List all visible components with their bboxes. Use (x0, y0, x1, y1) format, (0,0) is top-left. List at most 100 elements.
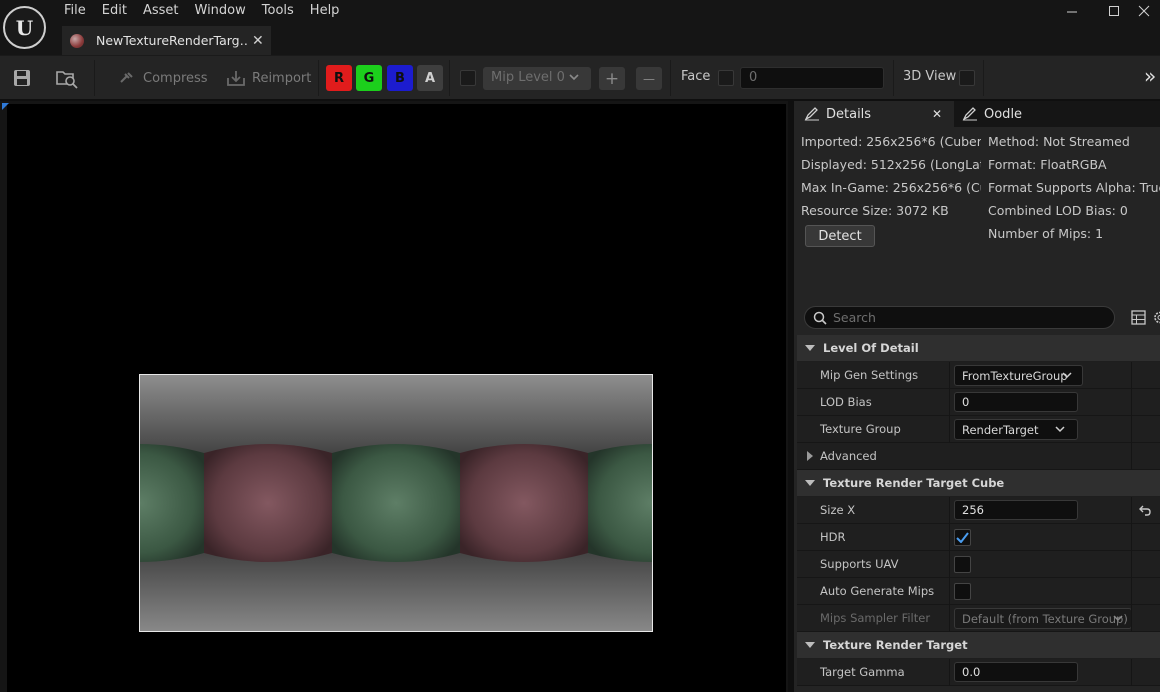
mip-increase-button[interactable]: + (599, 67, 625, 90)
row-mips-sampler-filter: Mips Sampler Filter Default (from Textur… (797, 605, 1160, 632)
title-bar: U File Edit Asset Window Tools Help NewT… (0, 0, 1160, 55)
row-target-gamma: Target Gamma 0.0 (797, 659, 1160, 686)
info-max-ingame: Max In-Game: 256x256*6 (Cube) (801, 180, 981, 195)
checkmark-icon (956, 532, 969, 543)
face-label: Face (681, 69, 711, 84)
chevron-down-icon (1113, 615, 1123, 622)
supports-uav-checkbox[interactable] (954, 556, 971, 573)
section-texture-render-target-cube[interactable]: Texture Render Target Cube (797, 470, 1160, 497)
column-divider (949, 389, 950, 416)
3d-view-label: 3D View (903, 69, 957, 84)
gear-icon[interactable] (1152, 310, 1160, 325)
info-format: Format: FloatRGBA (988, 157, 1107, 172)
panel-tab-bar: Details ✕ Oodle (794, 101, 1160, 127)
column-divider (1131, 524, 1132, 551)
reset-to-default-icon[interactable] (1139, 505, 1151, 516)
search-input[interactable] (833, 310, 1103, 325)
tab-details[interactable]: Details ✕ (794, 101, 954, 127)
compress-button[interactable]: Compress (118, 67, 208, 89)
row-texture-group: Texture Group RenderTarget (797, 416, 1160, 443)
mip-gen-settings-dropdown[interactable]: FromTextureGroup (954, 365, 1083, 386)
expand-arrow-icon (805, 480, 815, 486)
menu-window[interactable]: Window (187, 0, 254, 22)
green-channel-label: G (363, 70, 375, 86)
property-label: LOD Bias (820, 395, 872, 409)
toolbar: Compress Reimport R G B A Mip Level 0 + … (0, 55, 1160, 99)
advanced-label: Advanced (820, 449, 877, 463)
3d-view-checkbox[interactable] (959, 70, 975, 86)
row-mip-gen-settings: Mip Gen Settings FromTextureGroup (797, 362, 1160, 389)
property-list: Level Of Detail Mip Gen Settings FromTex… (797, 335, 1160, 686)
minimize-button[interactable] (1052, 0, 1092, 22)
tab-oodle[interactable]: Oodle (962, 101, 1152, 127)
asset-tab[interactable]: NewTextureRenderTarg… ✕ (62, 26, 271, 55)
lod-bias-input[interactable]: 0 (954, 392, 1078, 412)
menu-asset[interactable]: Asset (135, 0, 187, 22)
size-x-input[interactable]: 256 (954, 500, 1078, 520)
row-supports-uav: Supports UAV (797, 551, 1160, 578)
logo-glyph: U (15, 15, 34, 40)
red-channel-toggle[interactable]: R (326, 65, 352, 91)
texture-viewport[interactable] (0, 101, 788, 692)
section-level-of-detail[interactable]: Level Of Detail (797, 335, 1160, 362)
alpha-channel-label: A (424, 70, 436, 86)
pencil-icon (962, 107, 977, 121)
mips-sampler-filter-dropdown[interactable]: Default (from Texture Group) (954, 608, 1132, 629)
column-divider (1131, 551, 1132, 578)
plus-icon: + (604, 68, 620, 89)
blue-channel-toggle[interactable]: B (387, 65, 413, 91)
menu-edit[interactable]: Edit (94, 0, 135, 22)
column-divider (949, 551, 950, 578)
search-box[interactable] (804, 306, 1115, 329)
toolbar-separator (449, 60, 450, 96)
menu-file[interactable]: File (56, 0, 94, 22)
tab-oodle-label: Oodle (984, 106, 1023, 122)
toolbar-overflow-icon[interactable]: » (1144, 64, 1156, 88)
row-size-x: Size X 256 (797, 497, 1160, 524)
mip-decrease-button[interactable]: — (636, 67, 662, 90)
tab-close-button[interactable]: ✕ (252, 33, 264, 49)
reimport-button[interactable]: Reimport (225, 67, 311, 89)
property-label: Auto Generate Mips (820, 584, 935, 598)
unreal-logo-icon[interactable]: U (3, 6, 46, 49)
tab-details-close[interactable]: ✕ (932, 107, 942, 121)
face-input[interactable]: 0 (740, 67, 884, 89)
toolbar-separator (318, 60, 319, 96)
menu-help[interactable]: Help (302, 0, 348, 22)
row-advanced[interactable]: Advanced (797, 443, 1160, 470)
info-number-of-mips: Number of Mips: 1 (988, 226, 1104, 241)
details-panel: Details ✕ Oodle Imported: 256x256*6 (Cub… (790, 101, 1160, 692)
column-divider (949, 605, 950, 632)
info-displayed: Displayed: 512x256 (LongLat) (801, 157, 981, 172)
menu-tools[interactable]: Tools (254, 0, 302, 22)
column-divider (1131, 416, 1132, 443)
face-checkbox[interactable] (718, 70, 734, 86)
tab-details-label: Details (826, 106, 872, 122)
alpha-channel-toggle[interactable]: A (417, 65, 443, 91)
green-channel-toggle[interactable]: G (356, 65, 382, 91)
browse-asset-icon[interactable] (55, 67, 79, 89)
texture-group-dropdown[interactable]: RenderTarget (954, 419, 1078, 440)
close-icon (1138, 5, 1150, 17)
close-window-button[interactable] (1124, 0, 1160, 22)
mip-level-dropdown[interactable]: Mip Level 0 (483, 67, 591, 90)
texture-group-value: RenderTarget (962, 423, 1039, 437)
mip-level-checkbox[interactable] (460, 70, 476, 86)
search-icon (813, 311, 827, 325)
save-icon[interactable] (12, 68, 32, 88)
column-divider (1131, 578, 1132, 605)
info-resource-size: Resource Size: 3072 KB (801, 203, 949, 218)
section-title: Texture Render Target Cube (823, 476, 1005, 490)
auto-generate-mips-checkbox[interactable] (954, 583, 971, 600)
chevron-down-icon (569, 74, 579, 81)
hdr-checkbox[interactable] (954, 529, 971, 546)
detect-button[interactable]: Detect (805, 225, 875, 247)
toolbar-separator (670, 60, 671, 96)
row-lod-bias: LOD Bias 0 (797, 389, 1160, 416)
asset-tab-title: NewTextureRenderTarg… (96, 33, 248, 48)
section-texture-render-target[interactable]: Texture Render Target (797, 632, 1160, 659)
table-view-icon[interactable] (1131, 310, 1146, 325)
compress-label: Compress (143, 70, 208, 86)
property-label: HDR (820, 530, 846, 544)
target-gamma-input[interactable]: 0.0 (954, 662, 1078, 682)
